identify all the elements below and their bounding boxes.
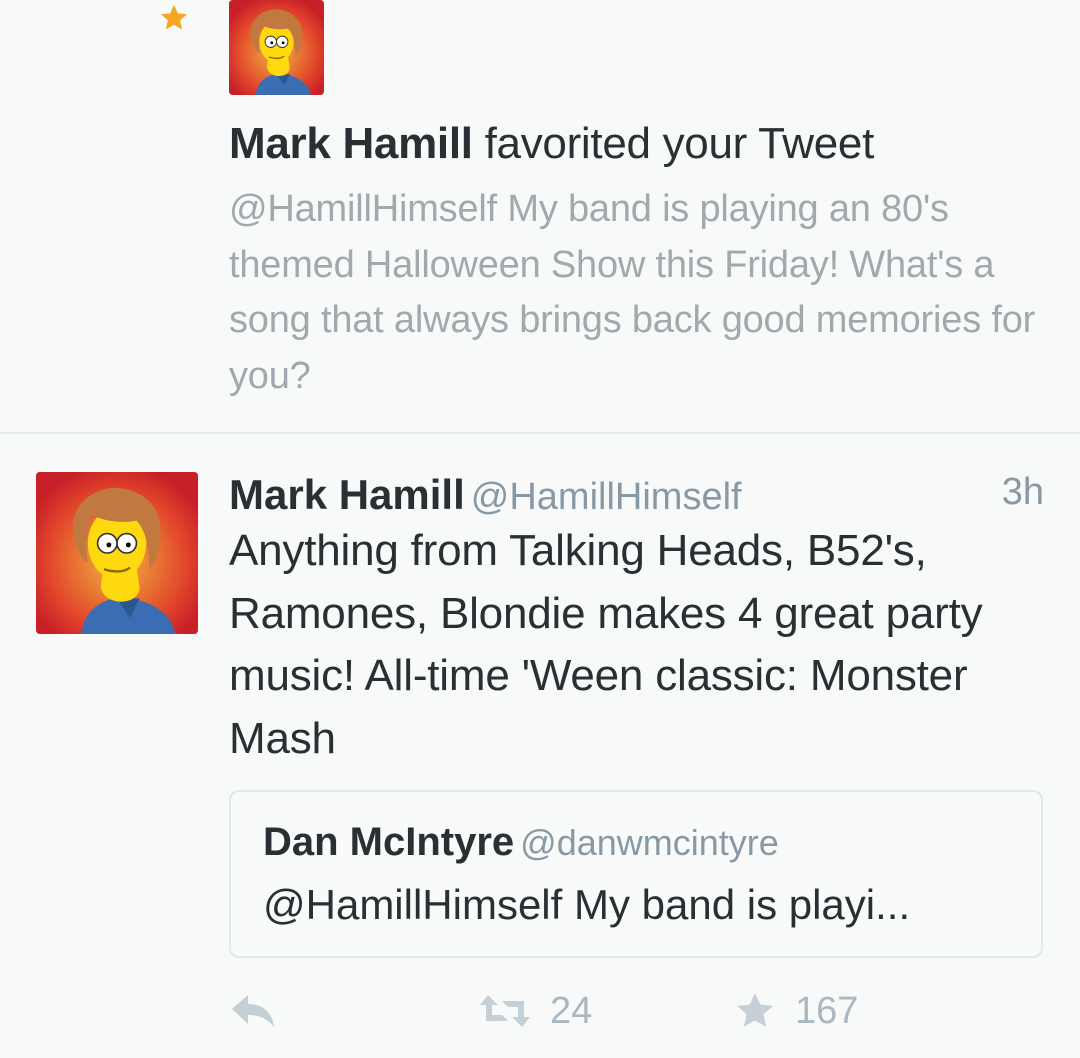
tweet-header: Mark Hamill @HamillHimself bbox=[229, 470, 1049, 522]
notification-action: favorited your Tweet bbox=[472, 119, 875, 168]
favorite-count: 167 bbox=[795, 989, 859, 1032]
quoted-author-handle: @danwmcintyre bbox=[520, 822, 779, 863]
favorite-button[interactable]: 167 bbox=[733, 985, 858, 1037]
favorite-notification[interactable]: Mark Hamill favorited your Tweet @Hamill… bbox=[0, 0, 1080, 432]
quoted-author-name: Dan McIntyre bbox=[263, 820, 515, 864]
quoted-tweet-text: @HamillHimself My band is playi... bbox=[263, 881, 911, 928]
star-icon bbox=[737, 993, 773, 1027]
retweet-button[interactable]: 24 bbox=[478, 985, 592, 1037]
quoted-author: Dan McIntyre @danwmcintyre bbox=[263, 818, 779, 867]
retweet-icon bbox=[480, 995, 530, 1027]
favorited-tweet-text[interactable]: @HamillHimself My band is playing an 80'… bbox=[229, 182, 1049, 404]
avatar[interactable] bbox=[36, 472, 198, 634]
tweet-author-handle[interactable]: @HamillHimself bbox=[471, 476, 742, 518]
quoted-tweet[interactable]: Dan McIntyre @danwmcintyre @HamillHimself… bbox=[229, 790, 1043, 958]
tweet-actions: 24 167 bbox=[0, 985, 1080, 1045]
tweet-author-name[interactable]: Mark Hamill bbox=[229, 471, 465, 518]
reply-button[interactable] bbox=[230, 985, 276, 1037]
star-icon bbox=[160, 4, 188, 30]
tweet-timestamp: 3h bbox=[1001, 471, 1044, 513]
reply-icon bbox=[232, 995, 274, 1027]
retweet-count: 24 bbox=[550, 989, 593, 1032]
notification-title: Mark Hamill favorited your Tweet bbox=[229, 118, 1049, 170]
actor-name[interactable]: Mark Hamill bbox=[229, 119, 473, 168]
tweet-text: Anything from Talking Heads, B52's, Ramo… bbox=[229, 526, 983, 763]
avatar[interactable] bbox=[229, 0, 324, 95]
